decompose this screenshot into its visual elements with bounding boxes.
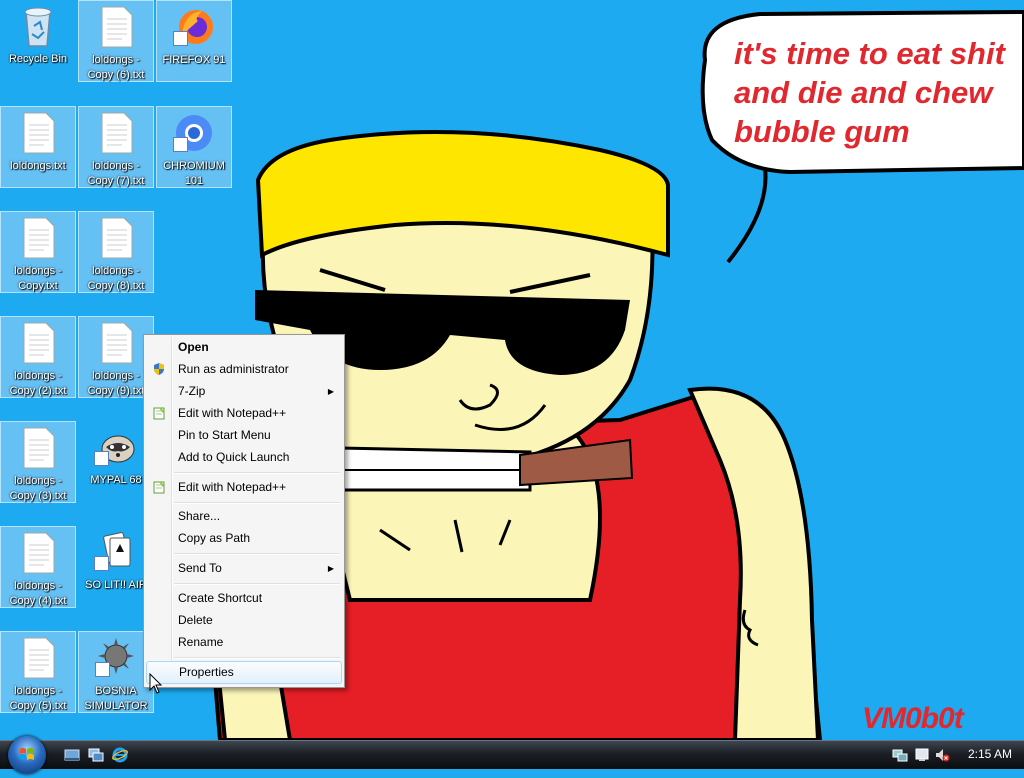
desktop-icon-text-file[interactable]: loldongs - Copy (8).txt	[78, 211, 154, 293]
switch-windows-icon[interactable]	[88, 747, 104, 763]
menu-item-label: Create Shortcut	[178, 591, 263, 605]
menu-item-7zip[interactable]: 7-Zip ▶	[146, 381, 342, 402]
menu-item-label: Copy as Path	[178, 531, 251, 545]
speech-bubble-text: it's time to eat shit and die and chew b…	[734, 36, 1005, 149]
menu-item-label: Open	[178, 340, 209, 354]
menu-item-label: Send To	[178, 561, 222, 575]
menu-item-edit-with-notepad-plus[interactable]: Edit with Notepad++	[146, 403, 342, 424]
menu-item-label: Rename	[178, 635, 224, 649]
menu-item-send-to[interactable]: Send To ▶	[146, 558, 342, 579]
text-file-icon	[23, 532, 55, 574]
desktop-icon-label: Recycle Bin	[8, 53, 68, 65]
menu-item-label: Run as administrator	[178, 362, 289, 376]
notepad-plus-icon	[153, 407, 165, 420]
text-file-icon	[23, 637, 55, 679]
menu-item-copy-as-path[interactable]: Copy as Path	[146, 528, 342, 549]
menu-separator	[174, 553, 340, 555]
menu-item-add-to-quick-launch[interactable]: Add to Quick Launch	[146, 447, 342, 468]
wallpaper-signature: VM0b0t	[862, 702, 964, 735]
menu-item-label: Share...	[178, 509, 221, 523]
menu-separator	[174, 583, 340, 585]
text-file-icon	[101, 322, 133, 364]
desktop-icon-text-file[interactable]: loldongs - Copy (6).txt	[78, 0, 154, 82]
menu-item-label: Edit with Notepad++	[178, 480, 287, 494]
shortcut-arrow-icon	[173, 137, 188, 152]
menu-item-label: Delete	[178, 613, 213, 627]
desktop-icon-text-file[interactable]: loldongs - Copy (4).txt	[0, 526, 76, 608]
menu-item-label: 7-Zip	[178, 384, 206, 398]
desktop-icon-text-file[interactable]: loldongs - Copy (5).txt	[0, 631, 76, 713]
desktop-icon-label: loldongs - Copy (8).txt	[87, 265, 145, 292]
desktop-icon-label: loldongs.txt	[10, 160, 66, 172]
desktop-icon-chromium[interactable]: CHROMIUM 101	[156, 106, 232, 188]
menu-item-share[interactable]: Share...	[146, 506, 342, 527]
menu-separator	[174, 657, 340, 659]
desktop-icon-text-file[interactable]: loldongs - Copy (7).txt	[78, 106, 154, 188]
menu-item-open[interactable]: Open	[146, 337, 342, 358]
shortcut-arrow-icon	[173, 31, 188, 46]
menu-item-rename[interactable]: Rename	[146, 632, 342, 653]
notepad-plus-icon	[153, 481, 165, 494]
shortcut-arrow-icon	[95, 662, 110, 677]
start-button[interactable]	[8, 736, 46, 774]
internet-explorer-icon[interactable]	[112, 747, 128, 763]
menu-item-delete[interactable]: Delete	[146, 610, 342, 631]
taskbar: 2:15 AM	[0, 736, 1024, 774]
desktop-icon-label: loldongs - Copy (3).txt	[9, 475, 67, 502]
text-file-icon	[101, 6, 133, 48]
shortcut-arrow-icon	[94, 556, 109, 571]
text-file-icon	[101, 217, 133, 259]
uac-shield-icon	[154, 363, 164, 375]
menu-separator	[174, 472, 340, 474]
windows-logo-icon	[20, 748, 34, 760]
desktop-icon-label: loldongs - Copy (7).txt	[87, 160, 145, 187]
desktop-icon-text-file[interactable]: loldongs - Copy (2).txt	[0, 316, 76, 398]
desktop-icon-label: BOSNIA SIMULATOR	[84, 685, 148, 712]
desktop-icon-label: loldongs - Copy.txt	[14, 265, 62, 292]
menu-item-label: Add to Quick Launch	[178, 450, 290, 464]
desktop-icon-text-file[interactable]: loldongs - Copy.txt	[0, 211, 76, 293]
text-file-icon	[23, 322, 55, 364]
show-desktop-icon[interactable]	[64, 747, 80, 763]
mouse-pointer-icon	[149, 673, 163, 694]
text-file-icon	[101, 112, 133, 154]
menu-item-run-as-administrator[interactable]: Run as administrator	[146, 359, 342, 380]
menu-item-pin-to-start-menu[interactable]: Pin to Start Menu	[146, 425, 342, 446]
desktop-icon-firefox[interactable]: FIREFOX 91	[156, 0, 232, 82]
shortcut-arrow-icon	[94, 451, 109, 466]
submenu-arrow-icon: ▶	[327, 387, 334, 396]
menu-item-label: Properties	[179, 665, 234, 679]
taskbar-clock[interactable]: 2:15 AM	[968, 747, 1012, 761]
menu-separator	[174, 502, 340, 504]
volume-muted-icon[interactable]	[934, 747, 950, 763]
menu-item-create-shortcut[interactable]: Create Shortcut	[146, 588, 342, 609]
desktop-icon-label: loldongs - Copy (6).txt	[87, 54, 145, 81]
action-center-icon[interactable]	[914, 747, 930, 763]
submenu-arrow-icon: ▶	[327, 564, 334, 573]
desktop-icon-label: FIREFOX 91	[162, 54, 226, 66]
menu-item-label: Edit with Notepad++	[178, 406, 287, 420]
context-menu: Open Run as administrator 7-Zip ▶ Edit w…	[143, 334, 345, 688]
menu-item-edit-with-notepad-plus[interactable]: Edit with Notepad++	[146, 477, 342, 498]
text-file-icon	[23, 217, 55, 259]
desktop-icon-label: CHROMIUM 101	[163, 160, 225, 187]
menu-item-properties[interactable]: Properties	[146, 661, 342, 684]
desktop-icon-recycle-bin[interactable]: Recycle Bin	[0, 0, 76, 82]
system-tray: 2:15 AM	[886, 741, 1024, 769]
text-file-icon	[23, 427, 55, 469]
desktop-icon-text-file[interactable]: loldongs.txt	[0, 106, 76, 188]
text-file-icon	[23, 112, 55, 154]
desktop-icon-label: loldongs - Copy (4).txt	[9, 580, 67, 607]
desktop-icon-text-file[interactable]: loldongs - Copy (3).txt	[0, 421, 76, 503]
menu-item-label: Pin to Start Menu	[178, 428, 271, 442]
desktop-icon-label: loldongs - Copy (9).txt	[87, 370, 145, 397]
network-icon[interactable]	[892, 747, 908, 763]
desktop-icon-label: loldongs - Copy (2).txt	[9, 370, 67, 397]
desktop-icon-label: loldongs - Copy (5).txt	[9, 685, 67, 712]
recycle-bin-icon	[24, 7, 52, 47]
